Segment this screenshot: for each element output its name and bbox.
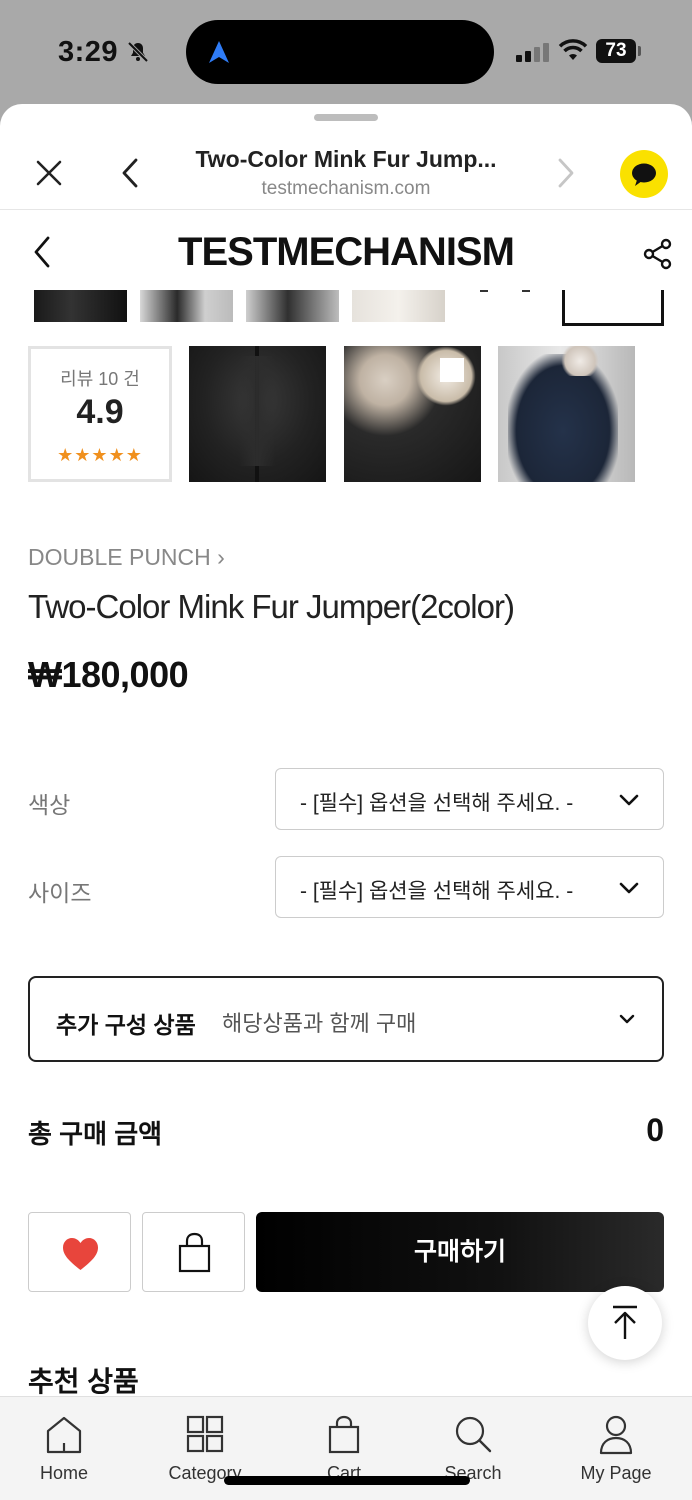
page-title: Two-Color Mink Fur Jump... [195, 146, 497, 172]
review-photo[interactable] [344, 346, 481, 482]
multi-photo-icon [440, 358, 464, 382]
review-photo[interactable] [189, 346, 326, 482]
addon-title: 추가 구성 상품 [56, 1012, 196, 1038]
chevron-down-icon [619, 794, 639, 806]
home-icon [46, 1416, 82, 1454]
arrow-up-icon [613, 1305, 637, 1339]
wishlist-button[interactable] [28, 1212, 131, 1292]
color-select-value: - [필수] 옵션을 선택해 주세요. - [300, 792, 574, 815]
back-arrow-icon[interactable] [120, 158, 140, 188]
person-icon [599, 1415, 633, 1455]
tab-label: Home [39, 1463, 88, 1483]
battery-indicator: 73 [596, 39, 636, 63]
recommended-products-title: 추천 상품 [28, 1366, 139, 1397]
thumbnail-image[interactable] [352, 290, 445, 322]
battery-tip [638, 46, 641, 56]
bag-icon [328, 1415, 360, 1454]
tab-my-page[interactable]: My Page [556, 1397, 676, 1500]
color-select[interactable]: - [필수] 옵션을 선택해 주세요. - [275, 768, 664, 830]
close-icon[interactable] [36, 160, 62, 186]
add-to-cart-button[interactable] [142, 1212, 245, 1292]
tab-home[interactable]: Home [4, 1397, 124, 1500]
product-price: ₩180,000 [28, 654, 189, 695]
option-label-color: 색상 [28, 792, 71, 818]
forward-arrow-icon[interactable] [556, 158, 576, 188]
star-rating: ★★★★★ [57, 445, 143, 465]
product-name: Two-Color Mink Fur Jumper(2color) [28, 588, 515, 625]
sheet-grabber[interactable] [314, 114, 378, 121]
review-score: 4.9 [76, 393, 124, 431]
thumbnail-image-selected[interactable] [562, 290, 664, 326]
page-url: testmechanism.com [261, 178, 431, 199]
size-select-value: - [필수] 옵션을 선택해 주세요. - [300, 880, 574, 903]
search-icon [455, 1416, 492, 1453]
review-count: 리뷰 10 건 [60, 369, 140, 389]
chevron-down-icon [619, 1014, 635, 1024]
thumbnail-strip [0, 290, 692, 330]
grid-icon [186, 1415, 224, 1453]
bell-muted-icon [127, 41, 149, 63]
option-label-size: 사이즈 [28, 880, 92, 906]
total-price-label: 총 구매 금액 [28, 1119, 163, 1149]
kakao-chat-button[interactable] [620, 150, 668, 198]
shop-logo[interactable]: TESTMECHANISM [0, 230, 692, 275]
total-price-value: 0 [646, 1112, 664, 1148]
share-icon[interactable] [642, 238, 674, 270]
review-photo[interactable] [498, 346, 635, 482]
shopping-bag-icon [178, 1232, 211, 1273]
home-indicator[interactable] [224, 1476, 470, 1485]
addon-subtitle: 해당상품과 함께 구매 [222, 1011, 417, 1036]
navigation-arrow-icon [209, 41, 229, 63]
status-time: 3:29 [58, 36, 119, 68]
chevron-down-icon [619, 882, 639, 894]
tab-label: My Page [580, 1463, 652, 1483]
shop-header: TESTMECHANISM [0, 212, 692, 290]
thumbnail-image[interactable] [34, 290, 127, 322]
review-summary[interactable]: 리뷰 10 건 4.9 ★★★★★ [28, 346, 172, 482]
heart-icon [63, 1238, 98, 1270]
scroll-to-top-button[interactable] [588, 1286, 662, 1360]
thumbnail-image[interactable] [246, 290, 339, 322]
browser-sheet: Two-Color Mink Fur Jump... testmechanism… [0, 104, 692, 1500]
buy-now-button[interactable]: 구매하기 [256, 1212, 664, 1292]
thumbnail-image[interactable] [140, 290, 233, 322]
thumbnail-image[interactable] [460, 290, 553, 322]
dynamic-island [186, 20, 494, 84]
in-app-browser-bar: Two-Color Mink Fur Jump... testmechanism… [0, 128, 692, 210]
wifi-icon [558, 39, 588, 60]
brand-link[interactable]: DOUBLE PUNCH › [28, 544, 225, 571]
cellular-signal-icon [516, 43, 549, 62]
chat-bubble-icon [632, 163, 656, 186]
size-select[interactable]: - [필수] 옵션을 선택해 주세요. - [275, 856, 664, 918]
addon-products-dropdown[interactable]: 추가 구성 상품 해당상품과 함께 구매 [28, 976, 664, 1062]
status-bar: 3:29 73 [0, 0, 692, 104]
